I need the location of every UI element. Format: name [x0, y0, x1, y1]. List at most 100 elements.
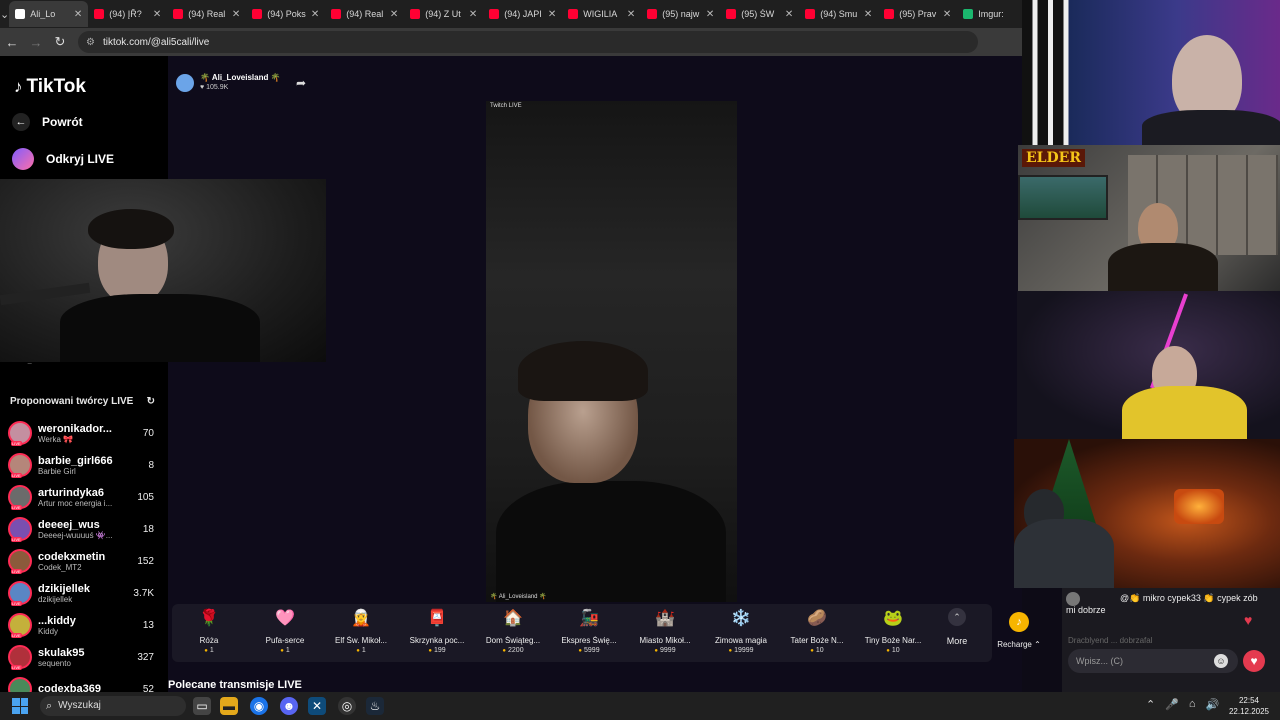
- gift-item[interactable]: 🩷 Pufa-serce 1: [250, 608, 320, 654]
- close-tab-icon[interactable]: ✕: [706, 9, 714, 20]
- share-icon[interactable]: ➦: [296, 76, 306, 90]
- discover-avatar: [12, 148, 34, 170]
- gift-item[interactable]: 🏠 Dom Świąteg... 2200: [478, 608, 548, 654]
- gift-icon: ❄️: [731, 610, 751, 627]
- chat-input[interactable]: Wpisz... (C): [1068, 649, 1238, 673]
- close-tab-icon[interactable]: ✕: [153, 9, 161, 20]
- creator-subtitle: Deeeej-wuuuuś 👾...: [38, 530, 113, 540]
- obs-icon[interactable]: ◎: [338, 697, 356, 715]
- forward-arrow-icon[interactable]: →: [24, 28, 48, 56]
- refresh-icon[interactable]: ↻: [147, 396, 155, 407]
- browser-tab[interactable]: (94) Real ✕: [325, 1, 404, 27]
- tiktok-logo[interactable]: ♪ TikTok: [14, 76, 86, 98]
- system-tray: ⌃ 🎤 ⌂ 🔊: [1146, 698, 1219, 711]
- tab-favicon-icon: [884, 9, 895, 19]
- file-explorer-icon[interactable]: ▬: [220, 697, 238, 715]
- gift-price: 1: [326, 647, 396, 654]
- tab-search-icon[interactable]: ⌄: [0, 0, 9, 28]
- browser-tab[interactable]: Ali_Lo ✕: [9, 1, 89, 27]
- suggested-creator[interactable]: LIVE codekxmetin Codek_MT2 152: [8, 546, 154, 576]
- app-icon[interactable]: ✕: [308, 697, 326, 715]
- browser-tab[interactable]: (95) Prav ✕: [878, 1, 957, 27]
- creator-name: skulak95: [38, 646, 85, 659]
- close-tab-icon[interactable]: ✕: [548, 9, 556, 20]
- close-tab-icon[interactable]: ✕: [232, 9, 240, 20]
- close-tab-icon[interactable]: ✕: [74, 9, 82, 20]
- site-settings-icon[interactable]: ⚙: [86, 37, 95, 48]
- tab-title: (94) Real: [346, 9, 384, 19]
- live-badge: LIVE: [11, 665, 22, 670]
- browser-tab[interactable]: (95) najw ✕: [641, 1, 720, 27]
- windows-start-icon[interactable]: [12, 698, 28, 714]
- suggested-creator[interactable]: LIVE dzikijellek dzikijellek 3.7K: [8, 578, 154, 608]
- chrome-icon[interactable]: ◉: [250, 697, 268, 715]
- browser-tab[interactable]: (94) Real ✕: [167, 1, 246, 27]
- recharge-button[interactable]: ♪ Recharge ⌃: [994, 604, 1044, 662]
- creator-avatar: LIVE: [8, 453, 32, 478]
- close-tab-icon[interactable]: ✕: [390, 9, 398, 20]
- gift-name: Skrzynka poc...: [409, 636, 465, 645]
- gift-item[interactable]: 🌹 Róża 1: [174, 608, 244, 654]
- back-arrow-icon[interactable]: ←: [0, 28, 24, 56]
- tab-title: (94) Real: [188, 9, 226, 19]
- browser-tab[interactable]: (94) Poks ✕: [246, 1, 325, 27]
- creator-avatar: LIVE: [8, 517, 32, 542]
- tab-title: (94) JAPI: [504, 9, 542, 19]
- discover-live-link[interactable]: Odkryj LIVE: [12, 148, 114, 170]
- close-tab-icon[interactable]: ✕: [943, 9, 951, 20]
- streamer-avatar[interactable]: [176, 74, 194, 92]
- browser-tab[interactable]: WIGILIA ✕: [562, 1, 641, 27]
- creator-viewer-count: 18: [142, 523, 154, 535]
- steam-icon[interactable]: ♨: [366, 697, 384, 715]
- gift-name: Tiny Boże Nar...: [864, 636, 922, 645]
- close-tab-icon[interactable]: ✕: [785, 9, 793, 20]
- tray-chevron-icon[interactable]: ⌃: [1146, 698, 1155, 711]
- chat-faded-message: Dracblyend ... dobrzafal: [1068, 636, 1153, 645]
- close-tab-icon[interactable]: ✕: [311, 9, 319, 20]
- url-field[interactable]: ⚙ tiktok.com/@ali5cali/live: [78, 31, 978, 53]
- discord-icon[interactable]: ☻: [280, 697, 298, 715]
- browser-tab[interactable]: (94) Z Ut ✕: [404, 1, 483, 27]
- browser-tab[interactable]: (94) Smu ✕: [799, 1, 878, 27]
- tiktok-live-page: ♪ TikTok ← Powrót Odkryj LIVE Ali_Loveis…: [0, 56, 1041, 702]
- tab-favicon-icon: [331, 9, 342, 19]
- close-tab-icon[interactable]: ✕: [469, 9, 477, 20]
- tab-favicon-icon: [252, 9, 263, 19]
- more-gifts-button[interactable]: ⌃ More: [940, 608, 974, 646]
- network-icon[interactable]: ⌂: [1189, 698, 1196, 711]
- back-link[interactable]: ← Powrót: [12, 113, 83, 131]
- browser-tab[interactable]: (94) JAPI ✕: [483, 1, 562, 27]
- close-tab-icon[interactable]: ✕: [627, 9, 635, 20]
- close-tab-icon[interactable]: ✕: [864, 9, 872, 20]
- microphone-icon[interactable]: 🎤: [1165, 698, 1179, 711]
- suggested-creator[interactable]: LIVE deeeej_wus Deeeej-wuuuuś 👾... 18: [8, 514, 154, 544]
- suggested-creator[interactable]: LIVE ...kiddy Kiddy 13: [8, 610, 154, 640]
- reload-icon[interactable]: ↻: [48, 28, 72, 56]
- suggested-creator[interactable]: LIVE skulak95 sequento 327: [8, 642, 154, 672]
- live-video[interactable]: Twitch LIVE 🌴 Ali_Loveisland 🌴: [486, 101, 737, 602]
- clock[interactable]: 22:54 22.12.2025: [1226, 695, 1272, 717]
- gift-item[interactable]: 🐸 Tiny Boże Nar... 10: [858, 608, 928, 654]
- tab-title: WIGILIA: [583, 9, 618, 19]
- task-view-icon[interactable]: ▭: [193, 697, 211, 715]
- gift-price: 10: [858, 647, 928, 654]
- browser-tab[interactable]: Imgur:✕: [957, 1, 1022, 27]
- creator-viewer-count: 3.7K: [133, 587, 154, 599]
- suggested-creator[interactable]: LIVE weronikador... Werka 🎀 70: [8, 418, 154, 448]
- gift-name: Tater Boże N...: [790, 636, 844, 645]
- streamer-name[interactable]: 🌴 Ali_Loveisland 🌴: [200, 73, 281, 82]
- gift-item[interactable]: 📮 Skrzynka poc... 199: [402, 608, 472, 654]
- gift-item[interactable]: 🚂 Ekspres Świę... 5999: [554, 608, 624, 654]
- gift-item[interactable]: 🥔 Tater Boże N... 10: [782, 608, 852, 654]
- taskbar-search[interactable]: ⌕ Wyszukaj: [40, 696, 186, 716]
- like-heart-button[interactable]: ♥: [1243, 650, 1265, 672]
- gift-item[interactable]: ❄️ Zimowa magia 19999: [706, 608, 776, 654]
- suggested-creator[interactable]: LIVE arturindyka6 Artur moc energia i... 10…: [8, 482, 154, 512]
- volume-icon[interactable]: 🔊: [1206, 698, 1220, 711]
- browser-tab[interactable]: (95) ŚW ✕: [720, 1, 799, 27]
- gift-item[interactable]: 🏰 Miasto Mikoł... 9999: [630, 608, 700, 654]
- gift-item[interactable]: 🧝 Elf Św. Mikoł... 1: [326, 608, 396, 654]
- browser-tab[interactable]: (94) ĮŘ? ✕: [88, 1, 167, 27]
- suggested-creator[interactable]: LIVE barbie_girl666 Barbie Girl 8: [8, 450, 154, 480]
- emoji-icon[interactable]: ☺: [1214, 654, 1228, 668]
